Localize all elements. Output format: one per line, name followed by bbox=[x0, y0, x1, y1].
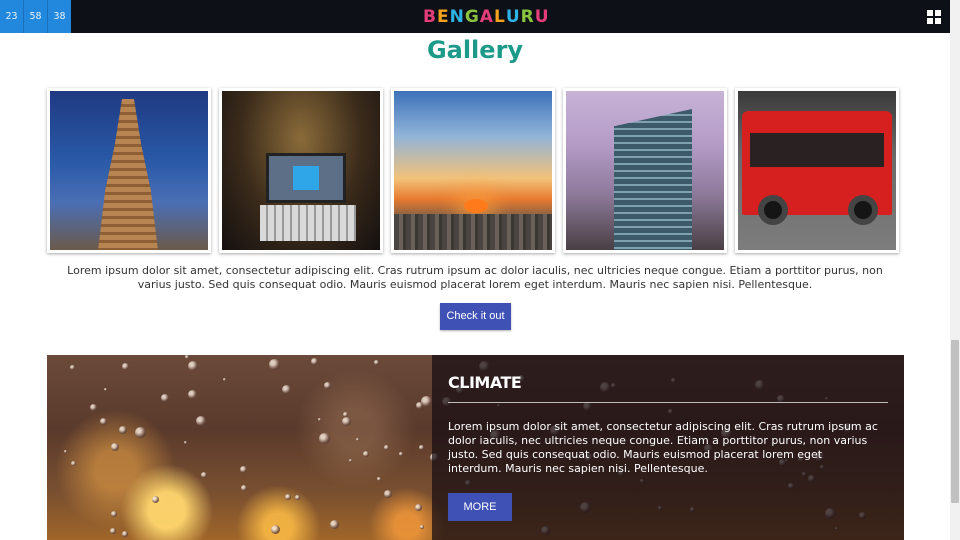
rain-drop bbox=[100, 418, 107, 425]
rain-drop bbox=[111, 443, 119, 451]
rain-drop bbox=[295, 495, 300, 500]
top-navbar: 23 58 38 BENGALURU bbox=[0, 0, 950, 33]
rain-drop bbox=[122, 531, 128, 537]
temple-image bbox=[50, 91, 208, 250]
more-button[interactable]: MORE bbox=[448, 493, 512, 521]
rain-drop bbox=[318, 418, 321, 421]
gallery-photo-temple[interactable] bbox=[47, 88, 211, 253]
grid-cell bbox=[935, 10, 941, 16]
logo-letter: L bbox=[493, 7, 506, 27]
gallery-title: Gallery bbox=[426, 36, 524, 64]
rain-drop bbox=[111, 511, 117, 517]
gallery-photo-sunset[interactable] bbox=[391, 88, 555, 253]
grid-cell bbox=[927, 10, 933, 16]
clock-seconds: 38 bbox=[48, 0, 71, 33]
rain-drop bbox=[184, 441, 187, 444]
rain-drop bbox=[356, 438, 359, 441]
rain-drop bbox=[384, 445, 389, 450]
rain-drop bbox=[374, 360, 379, 365]
rain-drop bbox=[311, 358, 318, 365]
rain-drop bbox=[349, 459, 352, 462]
rain-drop bbox=[223, 378, 226, 381]
logo-letter: R bbox=[520, 7, 535, 27]
rain-drop bbox=[188, 390, 197, 399]
grid-cell bbox=[935, 18, 941, 24]
logo-letter: U bbox=[534, 7, 550, 27]
page-scrollbar[interactable] bbox=[950, 0, 960, 540]
rain-drop bbox=[342, 417, 351, 426]
rain-drop bbox=[324, 382, 331, 389]
rain-drop bbox=[285, 494, 291, 500]
rain-drop bbox=[161, 394, 169, 402]
rain-drop bbox=[152, 496, 159, 503]
rain-drop bbox=[240, 466, 247, 473]
rain-drop bbox=[319, 433, 330, 444]
logo-letter: U bbox=[505, 7, 521, 27]
logo-letter: N bbox=[449, 7, 465, 27]
gallery-description: Lorem ipsum dolor sit amet, consectetur … bbox=[67, 264, 883, 291]
rain-drop bbox=[271, 525, 280, 534]
climate-title: CLIMATE bbox=[448, 373, 522, 392]
rain-drop bbox=[415, 504, 422, 511]
rain-drop bbox=[330, 520, 339, 529]
check-it-out-button[interactable]: Check it out bbox=[440, 303, 511, 330]
logo-letter: B bbox=[423, 7, 437, 27]
laptop-image bbox=[222, 91, 380, 250]
bus-image bbox=[738, 91, 896, 250]
rain-drop bbox=[384, 490, 392, 498]
rain-drop bbox=[269, 359, 280, 370]
climate-description: Lorem ipsum dolor sit amet, consectetur … bbox=[448, 420, 878, 475]
grid-menu-icon[interactable] bbox=[927, 10, 941, 24]
sunset-image bbox=[394, 91, 552, 250]
rain-drop bbox=[71, 461, 76, 466]
logo-letter: G bbox=[464, 7, 480, 27]
rain-drop bbox=[282, 385, 291, 394]
scrollbar-thumb[interactable] bbox=[951, 340, 959, 503]
logo-letter: E bbox=[436, 7, 450, 27]
rain-drop bbox=[110, 528, 116, 534]
rain-drop bbox=[343, 412, 348, 417]
rain-drop bbox=[64, 450, 67, 453]
rain-drop bbox=[104, 388, 107, 391]
climate-divider bbox=[448, 402, 888, 403]
rain-drop bbox=[377, 477, 381, 481]
rain-drop bbox=[399, 452, 403, 456]
logo-letter: A bbox=[479, 7, 494, 27]
site-logo[interactable]: BENGALURU bbox=[423, 6, 550, 28]
rain-drop bbox=[119, 426, 127, 434]
gallery-photo-bus[interactable] bbox=[735, 88, 899, 253]
clock-widget: 23 58 38 bbox=[0, 0, 71, 33]
rain-drop bbox=[188, 361, 198, 371]
rain-drop bbox=[419, 445, 424, 450]
rain-drop bbox=[241, 485, 247, 491]
rain-drop bbox=[135, 427, 146, 438]
gallery-photo-laptop[interactable] bbox=[219, 88, 383, 253]
clock-minutes: 58 bbox=[24, 0, 48, 33]
climate-panel: CLIMATE Lorem ipsum dolor sit amet, cons… bbox=[432, 355, 904, 540]
rain-drop bbox=[70, 365, 75, 370]
clock-hours: 23 bbox=[0, 0, 24, 33]
grid-cell bbox=[927, 18, 933, 24]
rain-drop bbox=[185, 355, 189, 359]
rain-drop bbox=[363, 451, 369, 457]
climate-section: CLIMATE Lorem ipsum dolor sit amet, cons… bbox=[47, 355, 904, 540]
gallery-photo-skyscraper[interactable] bbox=[563, 88, 727, 253]
rain-drop bbox=[122, 363, 129, 370]
rain-drop bbox=[416, 402, 423, 409]
rain-drop bbox=[420, 525, 424, 529]
rain-drop bbox=[90, 404, 97, 411]
rain-drop bbox=[201, 472, 207, 478]
gallery-photos bbox=[47, 88, 899, 253]
rain-drop bbox=[196, 416, 206, 426]
skyscraper-image bbox=[566, 91, 724, 250]
